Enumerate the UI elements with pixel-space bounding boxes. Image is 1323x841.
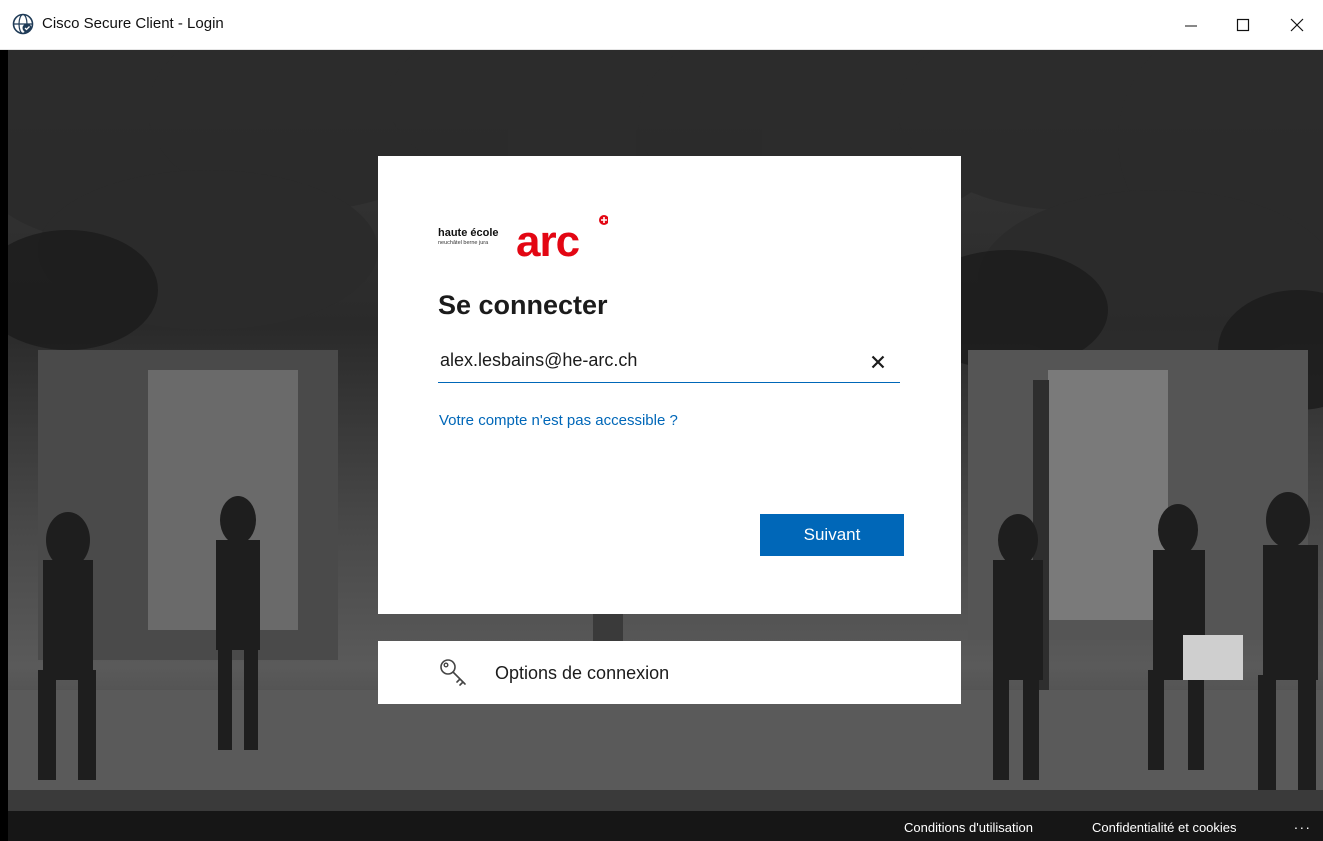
- footer: Conditions d'utilisation Confidentialité…: [8, 811, 1323, 841]
- clear-email-button[interactable]: [866, 350, 890, 374]
- minimize-icon: [1185, 25, 1197, 27]
- account-inaccessible-link[interactable]: Votre compte n'est pas accessible ?: [439, 412, 678, 429]
- maximize-icon: [1236, 18, 1250, 32]
- close-icon: [1290, 18, 1304, 32]
- login-window: Cisco Secure Client - Login haute école …: [0, 0, 1323, 841]
- minimize-button[interactable]: [1165, 0, 1217, 50]
- privacy-link[interactable]: Confidentialité et cookies: [1092, 820, 1237, 835]
- next-button[interactable]: Suivant: [760, 514, 904, 556]
- svg-text:arc: arc: [516, 217, 580, 266]
- window-title: Cisco Secure Client - Login: [42, 15, 224, 32]
- close-button[interactable]: [1271, 0, 1323, 50]
- terms-link[interactable]: Conditions d'utilisation: [904, 820, 1033, 835]
- sign-in-options-button[interactable]: Options de connexion: [378, 641, 961, 704]
- email-value[interactable]: alex.lesbains@he-arc.ch: [440, 350, 637, 371]
- key-icon: [440, 659, 466, 686]
- more-options-button[interactable]: ...: [1294, 816, 1312, 832]
- he-arc-logo: haute école neuchâtel berne jura arc: [438, 215, 608, 266]
- svg-text:neuchâtel berne jura: neuchâtel berne jura: [438, 240, 489, 246]
- email-field[interactable]: alex.lesbains@he-arc.ch: [438, 342, 900, 383]
- svg-text:haute école: haute école: [438, 227, 499, 239]
- cisco-globe-icon: [12, 13, 34, 35]
- title-bar: Cisco Secure Client - Login: [0, 0, 1323, 50]
- close-icon: [871, 355, 885, 369]
- sign-in-options-label: Options de connexion: [495, 663, 670, 683]
- sign-in-card: haute école neuchâtel berne jura arc Se …: [378, 156, 961, 614]
- maximize-button[interactable]: [1217, 0, 1269, 50]
- page-title: Se connecter: [438, 290, 608, 320]
